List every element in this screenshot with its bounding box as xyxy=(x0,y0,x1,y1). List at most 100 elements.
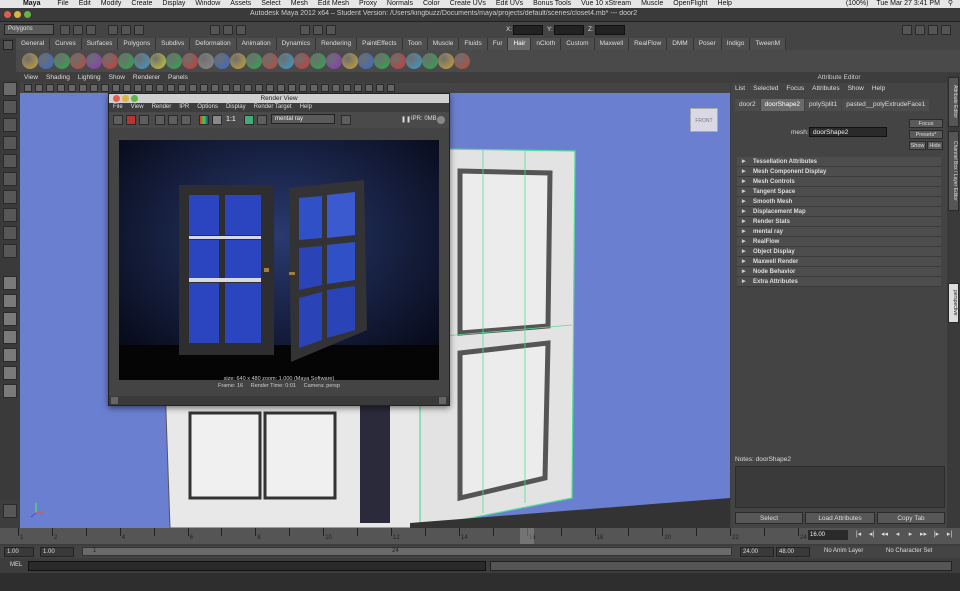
shelf-tool-icon[interactable] xyxy=(182,53,198,69)
rendered-image[interactable] xyxy=(119,140,439,380)
viewport-tool-icon[interactable] xyxy=(266,84,274,92)
viewport-tool-icon[interactable] xyxy=(112,84,120,92)
ae-menu-show[interactable]: Show xyxy=(844,84,868,94)
y-field[interactable] xyxy=(554,25,584,35)
snap-grid-icon[interactable] xyxy=(210,25,220,35)
renderer-dropdown[interactable]: mental ray xyxy=(271,114,335,124)
viewport-tool-icon[interactable] xyxy=(376,84,384,92)
playback-button-0[interactable]: |◂ xyxy=(852,530,865,538)
viewport-tool-icon[interactable] xyxy=(145,84,153,92)
shelf-tab-dynamics[interactable]: Dynamics xyxy=(276,38,317,50)
scroll-right-icon[interactable] xyxy=(439,397,446,404)
shelf-tab-custom[interactable]: Custom xyxy=(561,38,595,50)
mac-menu-vue-10-xstream[interactable]: Vue 10 xStream xyxy=(576,0,636,8)
snap-curve-icon[interactable] xyxy=(223,25,233,35)
mac-menu-proxy[interactable]: Proxy xyxy=(354,0,382,8)
shelf-tool-icon[interactable] xyxy=(38,53,54,69)
view-cube[interactable]: FRONT xyxy=(690,108,718,132)
shelf-tab-animation[interactable]: Animation xyxy=(236,38,277,50)
keep-image-icon[interactable] xyxy=(181,115,191,125)
mac-menu-edit-mesh[interactable]: Edit Mesh xyxy=(313,0,354,8)
mac-menu-help[interactable]: Help xyxy=(713,0,737,8)
shelf-tab-rendering[interactable]: Rendering xyxy=(316,38,358,50)
select-button[interactable]: Select xyxy=(735,512,803,524)
render-menu-ipr[interactable]: IPR xyxy=(175,103,193,112)
ipr-render-icon[interactable] xyxy=(313,25,323,35)
move-tool-icon[interactable] xyxy=(3,136,17,150)
channel-box-toggle-icon[interactable] xyxy=(928,25,938,35)
viewport-tool-icon[interactable] xyxy=(211,84,219,92)
render-icon[interactable] xyxy=(300,25,310,35)
zoom-region-icon[interactable] xyxy=(257,115,267,125)
shelf-tool-icon[interactable] xyxy=(166,53,182,69)
shelf-tool-icon[interactable] xyxy=(406,53,422,69)
x-field[interactable] xyxy=(513,25,543,35)
viewport-tool-icon[interactable] xyxy=(167,84,175,92)
viewport-tool-icon[interactable] xyxy=(310,84,318,92)
mac-menu-select[interactable]: Select xyxy=(256,0,285,8)
viewport-tool-icon[interactable] xyxy=(189,84,197,92)
snap-point-icon[interactable] xyxy=(236,25,246,35)
render-settings-icon[interactable] xyxy=(326,25,336,35)
rgb-channel-icon[interactable] xyxy=(199,115,209,125)
menu-set-selector[interactable]: Polygons xyxy=(4,24,54,35)
playback-end-field[interactable]: 24.00 xyxy=(740,547,774,557)
viewport-tool-icon[interactable] xyxy=(156,84,164,92)
viewport-tool-icon[interactable] xyxy=(178,84,186,92)
playback-button-7[interactable]: ▸| xyxy=(943,530,956,538)
mac-menu-file[interactable]: File xyxy=(52,0,73,8)
ae-section-maxwell-render[interactable]: Maxwell Render xyxy=(737,257,941,267)
shelf-tab-curves[interactable]: Curves xyxy=(50,38,82,50)
ae-tab-pasted-polyextrudeface1[interactable]: pasted__polyExtrudeFace1 xyxy=(842,99,930,111)
presets-button[interactable]: Presets* xyxy=(909,130,943,139)
viewport-tool-icon[interactable] xyxy=(90,84,98,92)
viewport-tool-icon[interactable] xyxy=(35,84,43,92)
mel-label[interactable]: MEL xyxy=(10,562,22,568)
render-menu-display[interactable]: Display xyxy=(222,103,250,112)
renderer-options-icon[interactable] xyxy=(341,115,351,125)
shelf-tab-painteffects[interactable]: PaintEffects xyxy=(357,38,403,50)
viewport-tool-icon[interactable] xyxy=(101,84,109,92)
shelf-tab-surfaces[interactable]: Surfaces xyxy=(81,38,119,50)
zoom-fit-icon[interactable] xyxy=(244,115,254,125)
mac-menu-create[interactable]: Create xyxy=(126,0,157,8)
ae-tab-doorshape2[interactable]: doorShape2 xyxy=(760,99,805,111)
ae-section-mental-ray[interactable]: mental ray xyxy=(737,227,941,237)
layout-outliner-icon[interactable] xyxy=(3,330,17,344)
viewport-tool-icon[interactable] xyxy=(233,84,241,92)
ae-section-mesh-controls[interactable]: Mesh Controls xyxy=(737,177,941,187)
viewport-tool-icon[interactable] xyxy=(255,84,263,92)
z-field[interactable] xyxy=(595,25,625,35)
render-menu-options[interactable]: Options xyxy=(193,103,222,112)
viewport-tool-icon[interactable] xyxy=(299,84,307,92)
ae-section-mesh-component-display[interactable]: Mesh Component Display xyxy=(737,167,941,177)
mac-menu-muscle[interactable]: Muscle xyxy=(636,0,668,8)
start-time-field[interactable]: 1.00 xyxy=(4,547,34,557)
ae-menu-attributes[interactable]: Attributes xyxy=(808,84,843,94)
notes-field[interactable] xyxy=(735,466,945,508)
hide-icon[interactable] xyxy=(3,504,17,518)
shelf-tool-icon[interactable] xyxy=(358,53,374,69)
mac-menu-edit-uvs[interactable]: Edit UVs xyxy=(491,0,528,8)
scale-tool-icon[interactable] xyxy=(3,172,17,186)
refresh-ipr-icon[interactable] xyxy=(168,115,178,125)
ae-section-node-behavior[interactable]: Node Behavior xyxy=(737,267,941,277)
command-input[interactable] xyxy=(28,561,486,571)
focus-button[interactable]: Focus xyxy=(909,119,943,128)
mac-menu-window[interactable]: Window xyxy=(190,0,225,8)
current-frame-field[interactable]: 16.00 xyxy=(808,530,848,540)
viewport-menu-panels[interactable]: Panels xyxy=(164,73,192,83)
last-tool-icon[interactable] xyxy=(3,244,17,258)
shelf-tab-toon[interactable]: Toon xyxy=(402,38,428,50)
attribute-editor-toggle-icon[interactable] xyxy=(902,25,912,35)
load-attributes-button[interactable]: Load Attributes xyxy=(805,512,875,524)
snapshot-icon[interactable] xyxy=(139,115,149,125)
viewport-tool-icon[interactable] xyxy=(387,84,395,92)
ae-section-smooth-mesh[interactable]: Smooth Mesh xyxy=(737,197,941,207)
ae-section-tessellation-attributes[interactable]: Tessellation Attributes xyxy=(737,157,941,167)
playback-button-4[interactable]: ▸ xyxy=(904,530,917,538)
shelf-tool-icon[interactable] xyxy=(54,53,70,69)
end-time-field[interactable]: 48.00 xyxy=(776,547,810,557)
copy-tab-button[interactable]: Copy Tab xyxy=(877,512,945,524)
viewport-menu-view[interactable]: View xyxy=(20,73,42,83)
